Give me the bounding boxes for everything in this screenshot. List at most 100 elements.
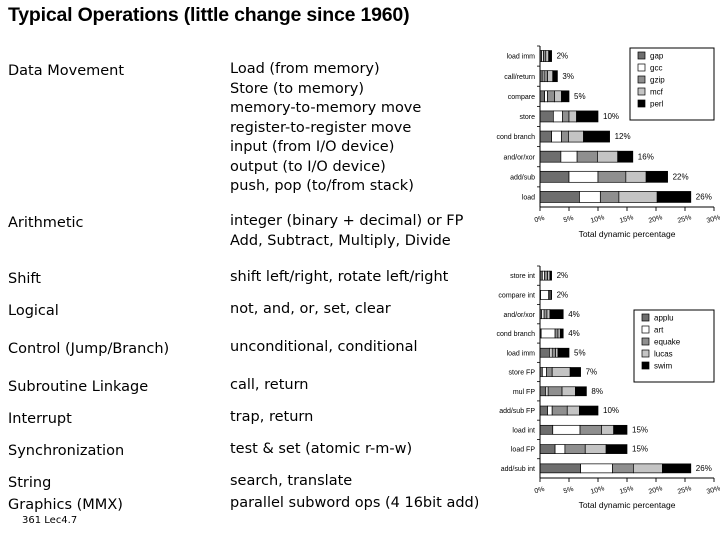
- bar-segment: [546, 309, 551, 320]
- legend-swatch: [637, 99, 646, 108]
- operation-category: Shift: [8, 271, 41, 287]
- legend-label: applu: [654, 314, 674, 323]
- bar-segment: [547, 70, 554, 83]
- bar-total-label: 15%: [632, 425, 648, 434]
- bar-total-label: 2%: [557, 52, 569, 61]
- bar-segment: [541, 367, 547, 377]
- bar-total-label: 4%: [568, 310, 580, 319]
- bar-segment: [656, 191, 692, 203]
- bar-category-label: store: [519, 114, 535, 121]
- bar-segment: [539, 170, 570, 183]
- bar-category-label: add/sub: [510, 174, 535, 181]
- bar-segment: [539, 191, 580, 203]
- bar-segment: [625, 170, 647, 183]
- footer-lecture-label: 361 Lec4.7: [22, 515, 78, 526]
- bar-segment: [540, 290, 550, 300]
- bar-total-label: 2%: [557, 271, 569, 280]
- legend-label: gap: [650, 52, 664, 61]
- chart-floating-point-programs: store int 2% compare int 2% and/or/xor 4% cond…: [478, 262, 720, 520]
- bar-segment: [583, 130, 610, 143]
- x-tick-label: 25%: [677, 214, 692, 225]
- bar-segment: [597, 170, 627, 183]
- bar-segment: [569, 367, 581, 377]
- bar-category-label: store FP: [509, 370, 536, 377]
- bar-total-label: 10%: [603, 406, 619, 415]
- legend-swatch: [641, 313, 650, 322]
- bar-category-label: add/sub int: [501, 466, 535, 473]
- bar-segment: [552, 110, 563, 123]
- x-tick-label: 10%: [590, 485, 605, 496]
- bar-segment: [547, 90, 555, 103]
- bar-total-label: 22%: [673, 172, 689, 181]
- x-tick-label: 25%: [677, 485, 692, 496]
- x-tick-label: 15%: [619, 485, 634, 496]
- bar-segment: [548, 50, 552, 62]
- x-tick-label: 20%: [648, 485, 663, 496]
- bar-category-label: call/return: [504, 74, 535, 81]
- bar-total-label: 2%: [557, 291, 569, 300]
- bar-total-label: 26%: [696, 193, 712, 202]
- bar-total-label: 7%: [586, 368, 598, 377]
- bar-segment: [554, 328, 559, 339]
- bar-segment: [547, 386, 563, 397]
- bar-segment: [539, 90, 545, 103]
- bar-category-label: compare: [508, 94, 535, 101]
- bar-total-label: 8%: [591, 387, 603, 396]
- legend-label: swim: [654, 362, 673, 371]
- bar-segment: [579, 405, 599, 416]
- bar-category-label: store int: [510, 273, 535, 280]
- bar-category-label: compare int: [498, 293, 535, 300]
- legend-swatch: [641, 349, 650, 358]
- bar-category-label: load imm: [507, 350, 536, 357]
- bar-total-label: 4%: [568, 329, 580, 338]
- legend-swatch: [641, 325, 650, 334]
- legend-label: lucas: [654, 350, 673, 359]
- bar-segment: [547, 405, 553, 416]
- bar-category-label: add/sub FP: [499, 408, 535, 415]
- bar-segment: [557, 347, 570, 358]
- operation-category: Data Movement: [8, 63, 125, 79]
- bar-segment: [566, 405, 580, 416]
- chart-integer-programs: load imm 2% call/return 3% compare 5% store 10%…: [482, 42, 720, 247]
- bar-segment: [599, 191, 620, 203]
- x-axis-title: Total dynamic percentage: [579, 229, 676, 239]
- bar-segment: [539, 347, 551, 358]
- bar-segment: [575, 386, 587, 397]
- bar-category-label: and/or/xor: [503, 312, 535, 319]
- bar-segment: [564, 444, 586, 454]
- bar-category-label: cond branch: [496, 331, 535, 338]
- legend-swatch: [637, 75, 646, 84]
- bar-total-label: 26%: [696, 464, 712, 473]
- bar-segment: [551, 405, 568, 416]
- bar-segment: [645, 170, 668, 183]
- x-tick-label: 5%: [563, 486, 575, 496]
- bar-segment: [576, 150, 598, 163]
- bar-category-label: load FP: [511, 447, 535, 454]
- bar-segment: [546, 367, 553, 377]
- bar-segment: [543, 309, 548, 320]
- x-tick-label: 30%: [706, 485, 720, 496]
- bar-segment: [579, 424, 602, 435]
- bar-category-label: load int: [512, 427, 535, 434]
- bar-segment: [618, 191, 658, 203]
- bar-segment: [539, 130, 552, 143]
- bar-segment: [554, 90, 562, 103]
- legend-swatch: [637, 51, 646, 60]
- bar-total-label: 3%: [562, 72, 574, 81]
- bar-segment: [539, 150, 562, 163]
- chart-canvas: load imm 2% call/return 3% compare 5% store 10%…: [496, 45, 720, 239]
- bar-category-label: load imm: [507, 54, 536, 61]
- bar-category-label: load: [522, 195, 535, 202]
- bar-segment: [539, 444, 556, 454]
- x-axis-title: Total dynamic percentage: [579, 500, 676, 510]
- bar-segment: [617, 150, 634, 163]
- x-tick-label: 10%: [590, 214, 605, 225]
- bar-segment: [552, 424, 581, 435]
- bar-segment: [545, 50, 550, 62]
- bar-segment: [560, 150, 578, 163]
- bar-segment: [550, 290, 552, 300]
- bar-segment: [551, 367, 571, 377]
- chart-canvas: store int 2% compare int 2% and/or/xor 4% cond…: [496, 265, 720, 510]
- bar-segment: [554, 444, 566, 454]
- operation-category: Subroutine Linkage: [8, 379, 149, 395]
